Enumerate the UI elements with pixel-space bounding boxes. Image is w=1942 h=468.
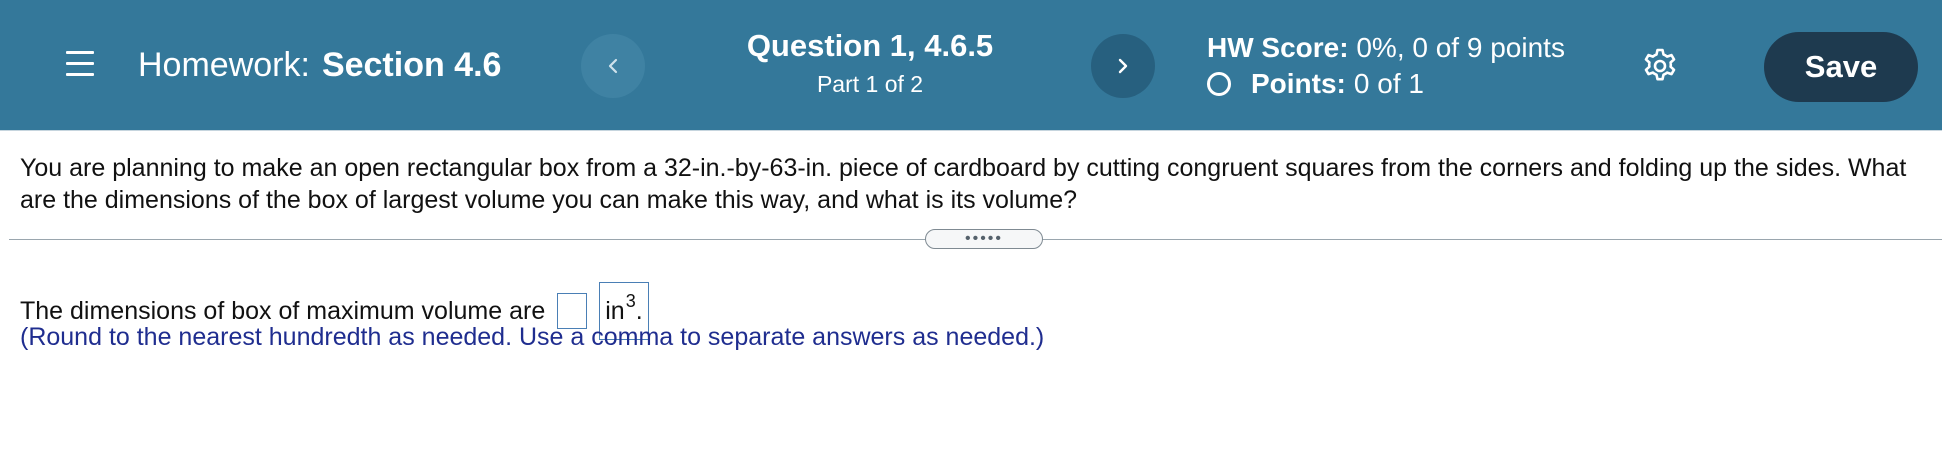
menu-icon[interactable]: [66, 51, 94, 77]
chevron-left-icon: [608, 58, 618, 74]
points-value: 0 of 1: [1353, 68, 1424, 99]
top-bar: Homework: Section 4.6 Question 1, 4.6.5 P…: [0, 0, 1942, 131]
unit-suffix: .: [635, 296, 643, 325]
question-title: Question 1, 4.6.5: [746, 28, 994, 63]
homework-label: Homework:: [138, 46, 310, 84]
expand-handle[interactable]: •••••: [925, 229, 1043, 249]
question-text: You are planning to make an open rectang…: [20, 154, 1907, 214]
section-label: Section 4.6: [321, 46, 502, 84]
save-button[interactable]: Save: [1764, 32, 1918, 102]
question-part: Part 1 of 2: [816, 71, 924, 97]
answer-prompt: The dimensions of box of maximum volume …: [20, 296, 546, 325]
gear-icon[interactable]: [1642, 48, 1678, 84]
unit-text: in: [605, 296, 625, 325]
next-question-button[interactable]: [1091, 34, 1155, 98]
radio-circle-icon: [1207, 72, 1231, 96]
unit-exponent: 3: [625, 290, 636, 311]
chevron-right-icon: [1118, 58, 1128, 74]
hw-score-value: 0%, 0 of 9 points: [1356, 32, 1565, 63]
points-label: Points:: [1251, 68, 1346, 99]
points-status: Points: 0 of 1: [1207, 68, 1424, 100]
hw-score-label: HW Score:: [1207, 32, 1349, 63]
hw-score: HW Score: 0%, 0 of 9 points: [1207, 32, 1565, 64]
rounding-hint: (Round to the nearest hundredth as neede…: [20, 323, 1045, 351]
previous-question-button[interactable]: [581, 34, 645, 98]
homework-title: Homework: Section 4.6: [138, 46, 501, 85]
